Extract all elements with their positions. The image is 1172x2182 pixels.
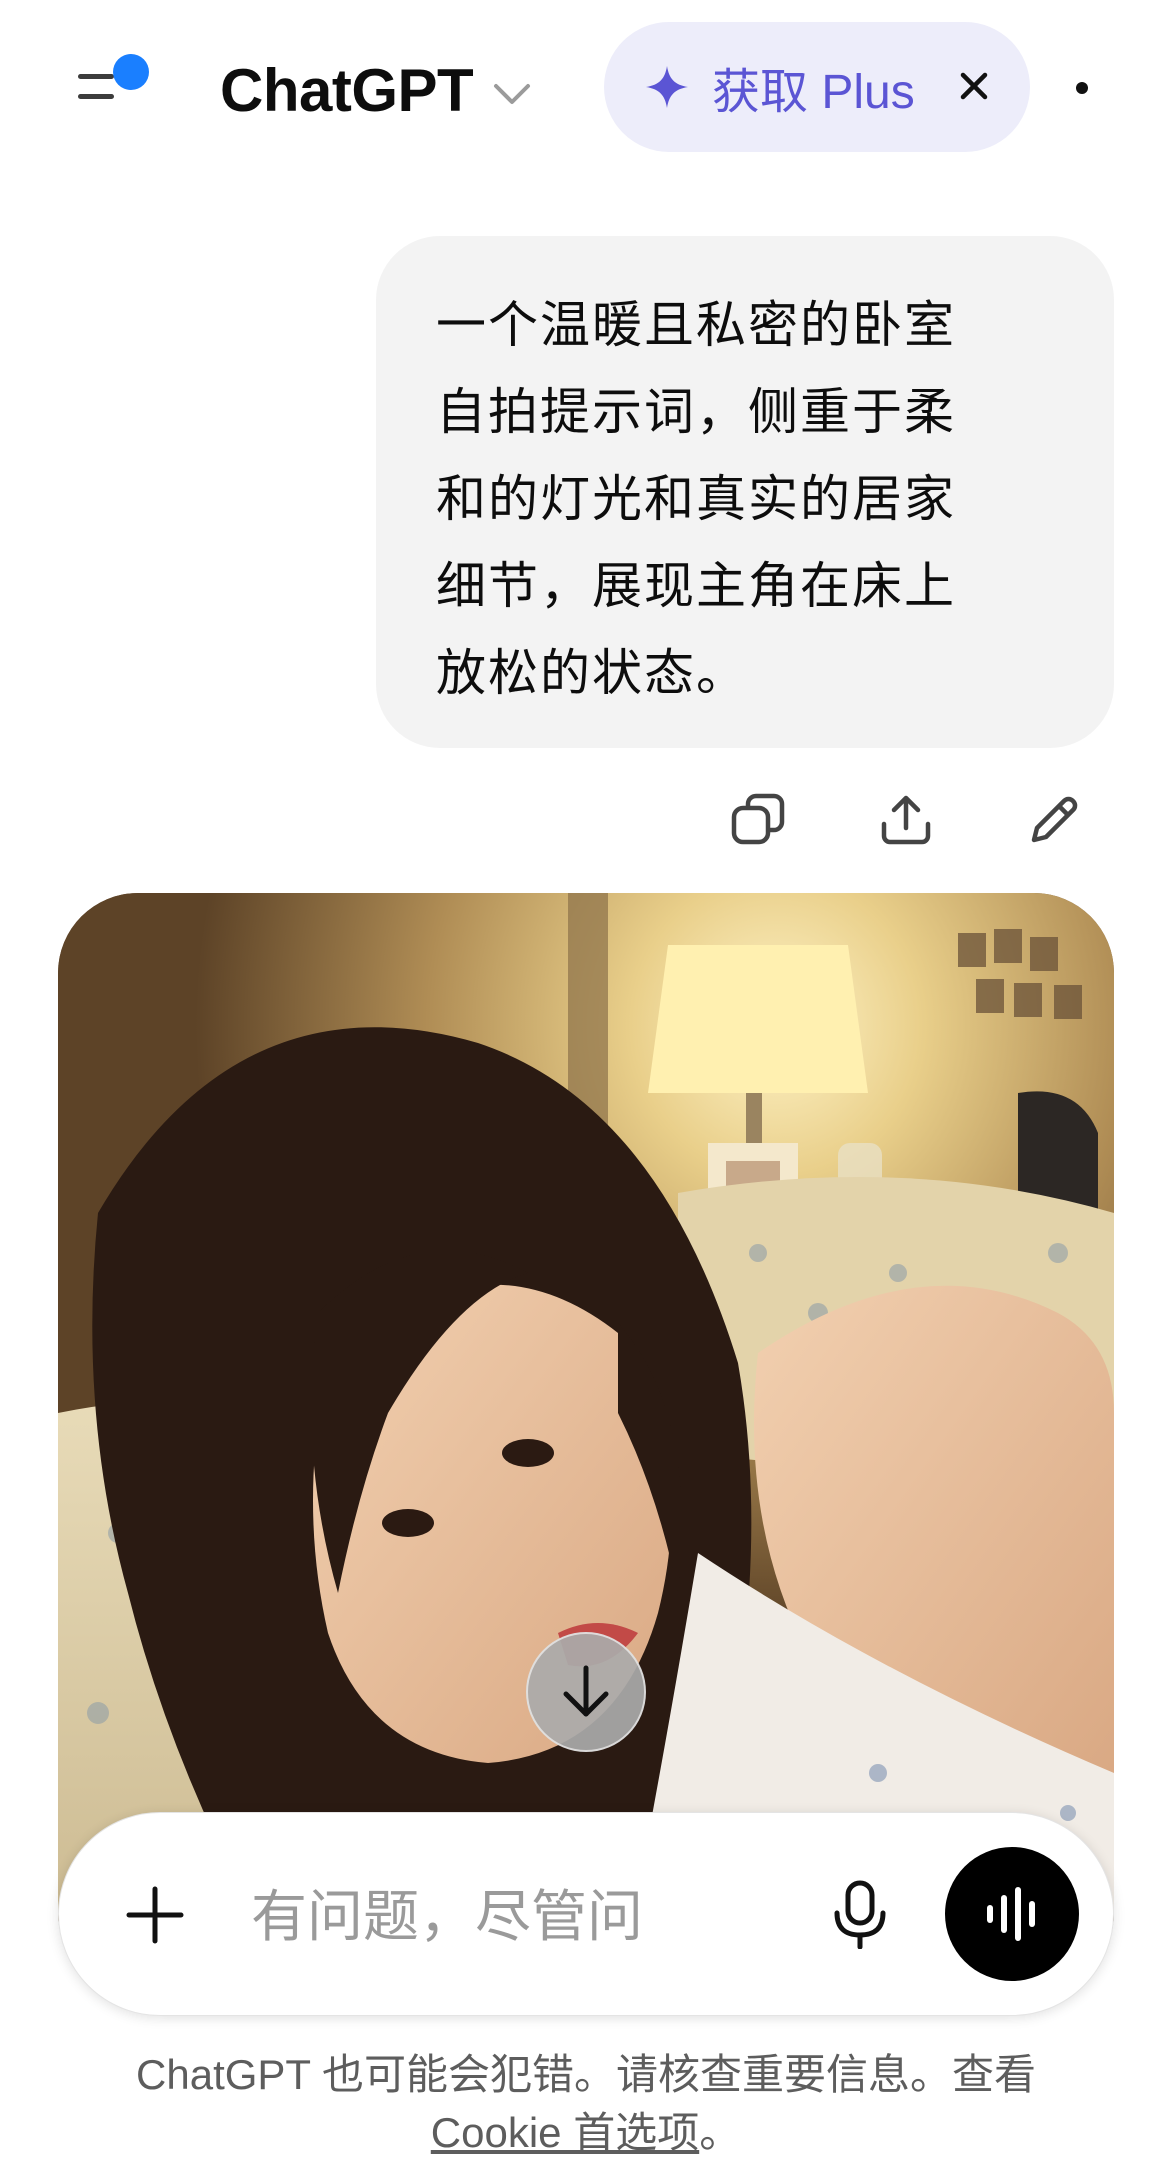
arrow-down-icon — [563, 1665, 609, 1717]
chevron-down-icon — [494, 84, 531, 104]
get-plus-button[interactable]: 获取 Plus — [604, 22, 1030, 152]
share-icon[interactable] — [876, 790, 936, 850]
menu-icon — [78, 74, 114, 79]
get-plus-label: 获取 Plus — [712, 66, 915, 119]
top-bar: ChatGPT 获取 Plus — [0, 0, 1172, 180]
voice-mode-button[interactable] — [945, 1847, 1079, 1981]
copy-icon[interactable] — [728, 790, 788, 850]
user-message-bubble: 一个温暖且私密的卧室 自拍提示词，侧重于柔 和的灯光和真实的居家 细节，展现主角… — [376, 236, 1114, 748]
disclaimer-text: ChatGPT 也可能会犯错。请核查重要信息。查看 — [136, 2051, 1036, 2098]
cookie-preferences-link[interactable]: Cookie 首选项 — [431, 2109, 699, 2156]
disclaimer-end: 。 — [699, 2109, 742, 2156]
notification-dot — [113, 54, 149, 90]
message-actions — [728, 790, 1088, 850]
app-title: ChatGPT — [220, 56, 474, 124]
plus-icon[interactable] — [125, 1885, 185, 1945]
message-input[interactable] — [249, 1873, 813, 1959]
microphone-icon[interactable] — [825, 1879, 895, 1949]
model-switcher[interactable]: ChatGPT — [220, 50, 531, 130]
scroll-to-bottom-button[interactable] — [526, 1632, 646, 1752]
disclaimer: ChatGPT 也可能会犯错。请核查重要信息。查看 Cookie 首选项。 — [0, 2046, 1172, 2162]
voice-waveform-icon — [987, 1887, 1035, 1941]
more-icon[interactable] — [1076, 82, 1088, 94]
menu-icon-line — [78, 94, 114, 99]
sparkle-icon — [646, 66, 688, 108]
user-message-text: 一个温暖且私密的卧室 自拍提示词，侧重于柔 和的灯光和真实的居家 细节，展现主角… — [436, 297, 956, 701]
message-composer — [58, 1812, 1114, 2016]
close-icon[interactable] — [954, 66, 994, 106]
edit-icon[interactable] — [1024, 790, 1084, 850]
sidebar-menu-button[interactable] — [68, 48, 158, 128]
